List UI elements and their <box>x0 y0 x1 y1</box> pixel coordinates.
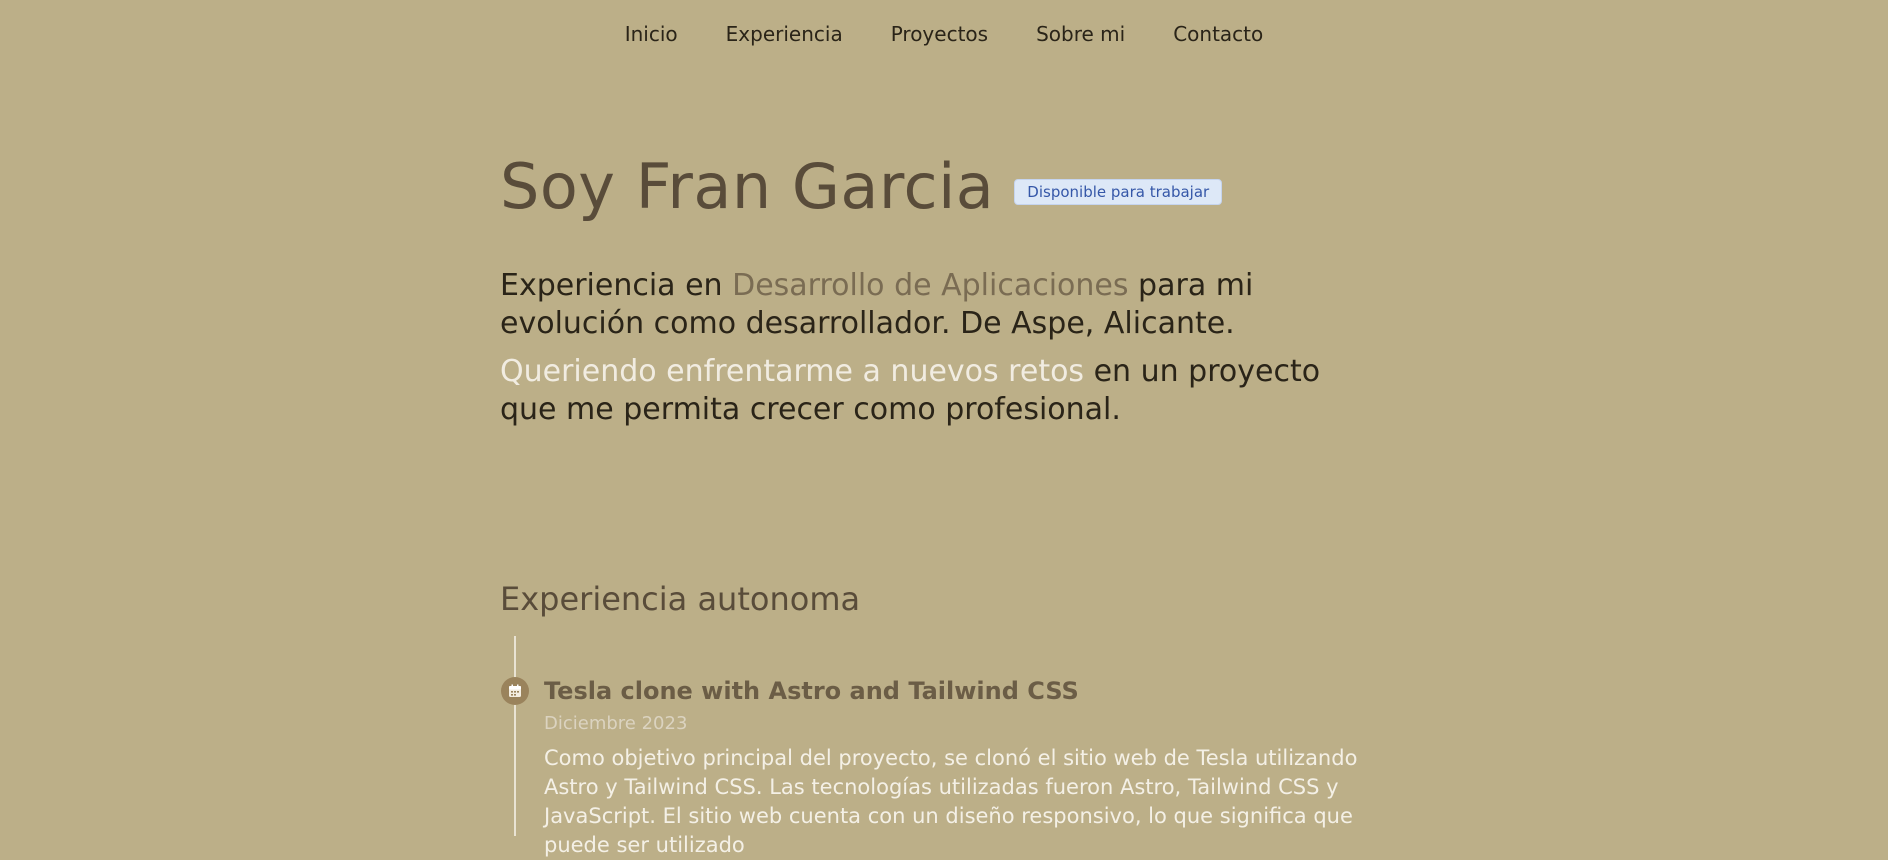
availability-badge: Disponible para trabajar <box>1014 178 1223 205</box>
entry-title: Tesla clone with Astro and Tailwind CSS <box>544 677 1079 705</box>
nav-link-contacto[interactable]: Contacto <box>1173 20 1263 48</box>
hero-section: Soy Fran Garcia Disponible para trabajar… <box>500 150 1380 439</box>
hero-description: Experiencia en Desarrollo de Aplicacione… <box>500 267 1360 429</box>
hero-p1-highlight: Desarrollo de Aplicaciones <box>732 268 1129 303</box>
hero-p2-highlight: Queriendo enfrentarme a nuevos retos <box>500 354 1085 389</box>
hero-paragraph-1: Experiencia en Desarrollo de Aplicacione… <box>500 267 1360 343</box>
calendar-icon <box>501 677 529 705</box>
experience-section-title: Experiencia autonoma <box>500 580 861 618</box>
page-title: Soy Fran Garcia <box>500 150 995 223</box>
hero-paragraph-2: Queriendo enfrentarme a nuevos retos en … <box>500 353 1360 429</box>
nav-link-experiencia[interactable]: Experiencia <box>726 20 843 48</box>
experience-entry: Tesla clone with Astro and Tailwind CSS … <box>544 677 1404 860</box>
hero-p1-text-a: Experiencia en <box>500 268 733 303</box>
entry-date: Diciembre 2023 <box>544 713 688 734</box>
nav-link-proyectos[interactable]: Proyectos <box>891 20 988 48</box>
main-nav: Inicio Experiencia Proyectos Sobre mi Co… <box>0 20 1888 48</box>
hero-title-row: Soy Fran Garcia Disponible para trabajar <box>500 150 1380 223</box>
entry-description: Como objetivo principal del proyecto, se… <box>544 746 1358 857</box>
nav-link-sobre-mi[interactable]: Sobre mi <box>1036 20 1125 48</box>
timeline-line <box>514 636 516 836</box>
nav-link-inicio[interactable]: Inicio <box>625 20 678 48</box>
